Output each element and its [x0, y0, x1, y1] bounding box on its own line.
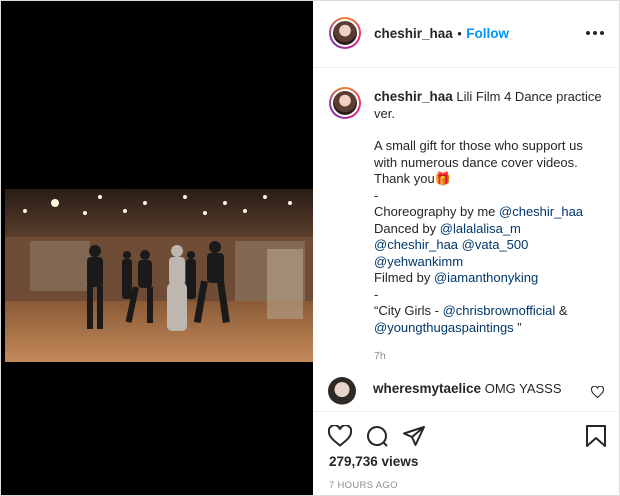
- post-age[interactable]: 7 HOURS AGO: [329, 480, 398, 491]
- author-username[interactable]: cheshir_haa: [374, 26, 453, 41]
- bookmark-icon[interactable]: [585, 424, 607, 453]
- caption-timestamp[interactable]: 7h: [374, 348, 606, 365]
- commenter-username[interactable]: wheresmytaelice: [373, 381, 481, 396]
- media-panel: [1, 1, 313, 495]
- caption-dash: -: [374, 286, 379, 302]
- heart-icon[interactable]: [327, 424, 353, 452]
- comment-icon[interactable]: [365, 424, 389, 453]
- post-header: cheshir_haa • Follow: [314, 1, 619, 68]
- mention-link[interactable]: @vata_500: [462, 237, 529, 252]
- post-actions: 279,736 views 7 HOURS AGO: [314, 411, 619, 496]
- caption-username[interactable]: cheshir_haa: [374, 89, 453, 104]
- mention-link[interactable]: @chrisbrownofficial: [443, 303, 556, 318]
- danced-by-label: Danced by: [374, 220, 440, 236]
- separator-dot: •: [457, 26, 462, 41]
- caption-dash: -: [374, 187, 379, 203]
- video-player[interactable]: [5, 189, 313, 362]
- comment-text: OMG YASSS: [484, 381, 562, 396]
- mention-link[interactable]: @lalalalisa_m: [440, 221, 521, 236]
- ampersand: &: [555, 303, 568, 318]
- share-icon[interactable]: [402, 424, 426, 453]
- caption-text-line: Thank you: [374, 171, 435, 186]
- song-label: “City Girls -: [374, 303, 443, 318]
- caption: cheshir_haa Lili Film 4 Dance practice v…: [374, 89, 606, 365]
- caption-title-cont: ver.: [374, 105, 395, 121]
- mention-link[interactable]: @cheshir_haa: [499, 204, 583, 219]
- gift-emoji: 🎁: [434, 171, 451, 186]
- author-avatar[interactable]: [329, 17, 361, 49]
- post-details-panel: cheshir_haa • Follow cheshir_haa Lili Fi…: [314, 1, 619, 495]
- quote-close: ”: [513, 319, 522, 335]
- mention-link[interactable]: @iamanthonyking: [434, 270, 538, 285]
- mention-link[interactable]: @cheshir_haa: [374, 237, 458, 252]
- filmed-by-label: Filmed by: [374, 270, 434, 285]
- mention-link[interactable]: @yehwankimm: [374, 254, 463, 269]
- caption-title: Lili Film 4 Dance practice: [456, 89, 602, 104]
- more-icon[interactable]: [585, 25, 605, 36]
- dance-studio-video-frame: [5, 189, 313, 362]
- comment-row: wheresmytaelice OMG YASSS: [328, 375, 608, 409]
- follow-button[interactable]: Follow: [466, 26, 509, 41]
- commenter-avatar[interactable]: [328, 377, 356, 405]
- instagram-post: cheshir_haa • Follow cheshir_haa Lili Fi…: [0, 0, 620, 496]
- caption-text-line: A small gift for those who support us: [374, 138, 583, 153]
- caption-text-line: with numerous dance cover videos.: [374, 154, 578, 170]
- choreography-label: Choreography by me: [374, 204, 500, 219]
- caption-author-avatar[interactable]: [329, 87, 361, 119]
- comment-like-heart-icon[interactable]: [590, 385, 605, 403]
- view-count[interactable]: 279,736 views: [329, 454, 418, 469]
- mention-link[interactable]: @youngthugaspaintings: [374, 320, 514, 335]
